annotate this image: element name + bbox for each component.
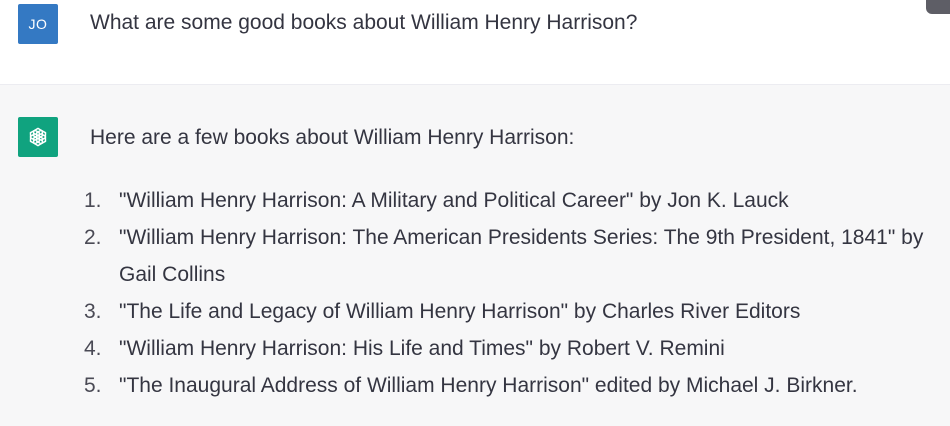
list-item-text: "The Life and Legacy of William Henry Ha…	[119, 300, 801, 323]
list-item: 3. "The Life and Legacy of William Henry…	[84, 293, 950, 330]
openai-logo-icon	[18, 117, 58, 157]
list-item-number: 2.	[84, 226, 102, 249]
list-item: 2. "William Henry Harrison: The American…	[84, 219, 950, 293]
user-message-row: JO What are some good books about Willia…	[0, 0, 950, 85]
user-message-text: What are some good books about William H…	[90, 11, 638, 34]
list-item-number: 1.	[84, 189, 102, 212]
book-list: 1. "William Henry Harrison: A Military a…	[84, 182, 950, 404]
assistant-message-row: Here are a few books about William Henry…	[0, 85, 950, 426]
list-item-text: "William Henry Harrison: A Military and …	[119, 189, 789, 212]
list-item-text: "The Inaugural Address of William Henry …	[119, 374, 858, 397]
list-item: 1. "William Henry Harrison: A Military a…	[84, 182, 950, 219]
corner-overlay	[926, 0, 950, 14]
list-item: 5. "The Inaugural Address of William Hen…	[84, 367, 950, 404]
list-item-number: 3.	[84, 300, 102, 323]
list-item-text: "William Henry Harrison: His Life and Ti…	[119, 337, 725, 360]
assistant-intro-text: Here are a few books about William Henry…	[90, 126, 575, 149]
list-item-text: "William Henry Harrison: The American Pr…	[119, 226, 924, 286]
list-item-number: 5.	[84, 374, 102, 397]
list-item: 4. "William Henry Harrison: His Life and…	[84, 330, 950, 367]
user-avatar: JO	[18, 4, 58, 44]
list-item-number: 4.	[84, 337, 102, 360]
